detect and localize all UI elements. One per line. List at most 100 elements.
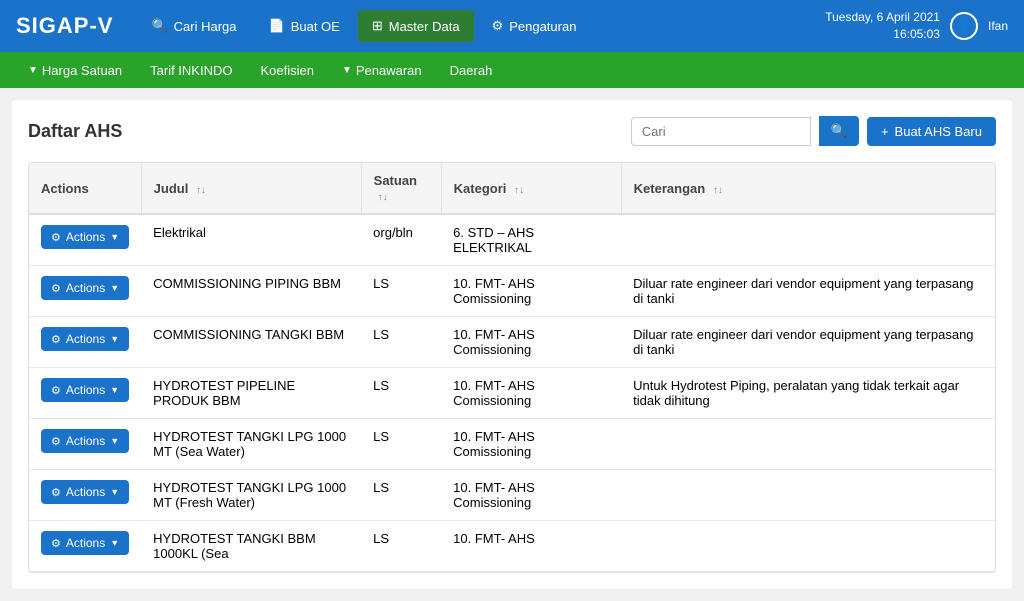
cell-keterangan: Diluar rate engineer dari vendor equipme… — [621, 266, 995, 317]
gear-icon: ⚙ — [51, 537, 61, 550]
actions-button[interactable]: ⚙ Actions ▼ — [41, 480, 129, 504]
cell-keterangan — [621, 470, 995, 521]
nav-cari-harga[interactable]: 🔍 Cari Harga — [137, 10, 250, 42]
table-row: ⚙ Actions ▼ COMMISSIONING PIPING BBMLS10.… — [29, 266, 995, 317]
table-row: ⚙ Actions ▼ HYDROTEST PIPELINE PRODUK BBM… — [29, 368, 995, 419]
table-row: ⚙ Actions ▼ HYDROTEST TANGKI BBM 1000KL (… — [29, 521, 995, 572]
subnav-tarif-inkindo[interactable]: Tarif INKINDO — [138, 57, 244, 84]
nav-buat-oe[interactable]: 📄 Buat OE — [255, 10, 354, 42]
table-row: ⚙ Actions ▼HYDROTEST TANGKI LPG 1000 MT … — [29, 470, 995, 521]
caret-icon: ▼ — [110, 385, 119, 395]
col-header-judul[interactable]: Judul ↑↓ — [141, 163, 361, 214]
subnav-koefisien[interactable]: Koefisien — [248, 57, 325, 84]
cell-kategori: 10. FMT- AHS Comissioning — [441, 470, 621, 521]
cell-judul: HYDROTEST TANGKI LPG 1000 MT (Sea Water) — [141, 419, 361, 470]
col-header-kategori[interactable]: Kategori ↑↓ — [441, 163, 621, 214]
cell-actions: ⚙ Actions ▼ — [29, 368, 141, 419]
gear-icon: ⚙ — [51, 435, 61, 448]
caret-icon: ▼ — [110, 487, 119, 497]
cell-judul: COMMISSIONING TANGKI BBM — [141, 317, 361, 368]
cell-satuan: org/bln — [361, 214, 441, 266]
nav-master-data[interactable]: ⊞ Master Data — [358, 10, 474, 42]
gear-nav-icon: ⚙ — [492, 18, 504, 34]
actions-button[interactable]: ⚙ Actions ▼ — [41, 327, 129, 351]
document-nav-icon: 📄 — [269, 18, 285, 34]
table-row: ⚙ Actions ▼ HYDROTEST TANGKI LPG 1000 MT … — [29, 419, 995, 470]
datetime-display: Tuesday, 6 April 2021 16:05:03 — [825, 9, 940, 43]
cell-kategori: 6. STD – AHS ELEKTRIKAL — [441, 214, 621, 266]
cell-judul: COMMISSIONING PIPING BBM — [141, 266, 361, 317]
cell-satuan: LS — [361, 368, 441, 419]
cell-judul: HYDROTEST TANGKI BBM 1000KL (Sea — [141, 521, 361, 572]
top-nav: SIGAP-V 🔍 Cari Harga 📄 Buat OE ⊞ Master … — [0, 0, 1024, 52]
user-avatar[interactable]: 👤 — [950, 12, 978, 40]
sort-keterangan-icon: ↑↓ — [713, 185, 723, 196]
col-header-keterangan[interactable]: Keterangan ↑↓ — [621, 163, 995, 214]
search-input[interactable] — [631, 117, 811, 146]
page-title: Daftar AHS — [28, 121, 122, 142]
app-logo: SIGAP-V — [16, 13, 113, 39]
table-header-row: Actions Judul ↑↓ Satuan ↑↓ Kategori ↑↓ — [29, 163, 995, 214]
search-nav-icon: 🔍 — [151, 18, 167, 34]
cell-actions: ⚙ Actions ▼ — [29, 317, 141, 368]
grid-nav-icon: ⊞ — [372, 18, 383, 34]
page-header: Daftar AHS 🔍 + Buat AHS Baru — [28, 116, 996, 146]
actions-button[interactable]: ⚙ Actions ▼ — [41, 429, 129, 453]
gear-icon: ⚙ — [51, 384, 61, 397]
col-header-actions: Actions — [29, 163, 141, 214]
ahs-table: Actions Judul ↑↓ Satuan ↑↓ Kategori ↑↓ — [29, 163, 995, 572]
nav-items: 🔍 Cari Harga 📄 Buat OE ⊞ Master Data ⚙ P… — [137, 10, 825, 42]
table-body: ⚙ Actions ▼ Elektrikalorg/bln6. STD – AHS… — [29, 214, 995, 572]
cell-actions: ⚙ Actions ▼ — [29, 521, 141, 572]
cell-keterangan: Untuk Hydrotest Piping, peralatan yang t… — [621, 368, 995, 419]
subnav-penawaran[interactable]: ▼ Penawaran — [330, 57, 434, 84]
header-actions: 🔍 + Buat AHS Baru — [631, 116, 996, 146]
cell-judul: Elektrikal — [141, 214, 361, 266]
actions-button[interactable]: ⚙ Actions ▼ — [41, 378, 129, 402]
username-label: Ifan — [988, 19, 1008, 33]
main-content: Daftar AHS 🔍 + Buat AHS Baru Actions Jud… — [12, 100, 1012, 589]
sort-satuan-icon: ↑↓ — [378, 192, 388, 203]
cell-keterangan — [621, 419, 995, 470]
cell-keterangan — [621, 214, 995, 266]
gear-icon: ⚙ — [51, 333, 61, 346]
cell-kategori: 10. FMT- AHS Comissioning — [441, 419, 621, 470]
caret-icon: ▼ — [110, 436, 119, 446]
actions-button[interactable]: ⚙ Actions ▼ — [41, 276, 129, 300]
table-row: ⚙ Actions ▼ Elektrikalorg/bln6. STD – AHS… — [29, 214, 995, 266]
actions-button[interactable]: ⚙ Actions ▼ — [41, 531, 129, 555]
caret-icon: ▼ — [110, 334, 119, 344]
cell-satuan: LS — [361, 266, 441, 317]
dropdown-arrow-icon: ▼ — [28, 65, 38, 76]
gear-icon: ⚙ — [51, 231, 61, 244]
cell-kategori: 10. FMT- AHS Comissioning — [441, 317, 621, 368]
actions-button[interactable]: ⚙ Actions ▼ — [41, 225, 129, 249]
nav-pengaturan[interactable]: ⚙ Pengaturan — [478, 10, 591, 42]
search-button[interactable]: 🔍 — [819, 116, 859, 146]
sub-nav: ▼ Harga Satuan Tarif INKINDO Koefisien ▼… — [0, 52, 1024, 88]
data-table-container: Actions Judul ↑↓ Satuan ↑↓ Kategori ↑↓ — [28, 162, 996, 573]
cell-kategori: 10. FMT- AHS Comissioning — [441, 266, 621, 317]
cell-satuan: LS — [361, 317, 441, 368]
cell-satuan: LS — [361, 521, 441, 572]
dropdown-arrow-penawaran-icon: ▼ — [342, 65, 352, 76]
cell-judul: HYDROTEST PIPELINE PRODUK BBM — [141, 368, 361, 419]
gear-icon: ⚙ — [51, 486, 61, 499]
table-row: ⚙ Actions ▼ COMMISSIONING TANGKI BBMLS10.… — [29, 317, 995, 368]
gear-icon: ⚙ — [51, 282, 61, 295]
sort-kategori-icon: ↑↓ — [514, 185, 524, 196]
caret-icon: ▼ — [110, 283, 119, 293]
cell-actions: ⚙ Actions ▼ — [29, 266, 141, 317]
cell-keterangan — [621, 521, 995, 572]
plus-icon: + — [881, 124, 889, 139]
create-ahs-button[interactable]: + Buat AHS Baru — [867, 117, 996, 146]
cell-kategori: 10. FMT- AHS Comissioning — [441, 368, 621, 419]
col-header-satuan[interactable]: Satuan ↑↓ — [361, 163, 441, 214]
caret-icon: ▼ — [110, 538, 119, 548]
top-right: Tuesday, 6 April 2021 16:05:03 👤 Ifan — [825, 9, 1008, 43]
subnav-daerah[interactable]: Daerah — [438, 57, 505, 84]
cell-keterangan: Diluar rate engineer dari vendor equipme… — [621, 317, 995, 368]
cell-kategori: 10. FMT- AHS — [441, 521, 621, 572]
cell-actions: ⚙ Actions ▼ — [29, 470, 141, 521]
subnav-harga-satuan[interactable]: ▼ Harga Satuan — [16, 57, 134, 84]
